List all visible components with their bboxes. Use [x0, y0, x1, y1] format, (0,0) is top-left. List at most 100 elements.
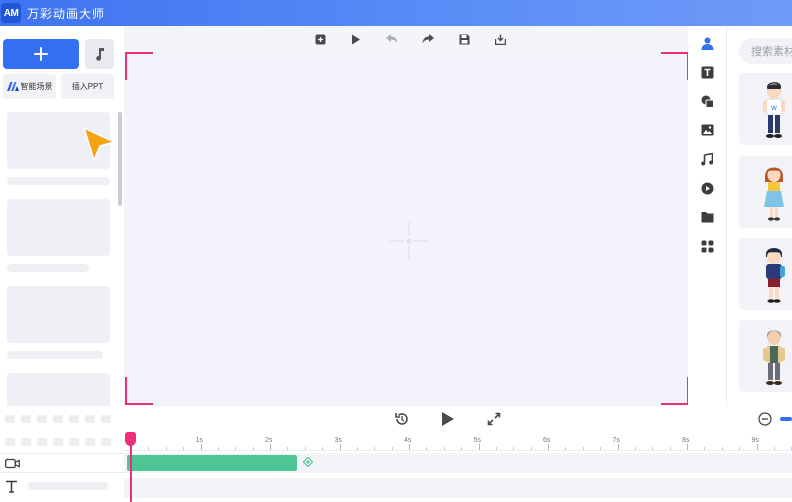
ruler-tick-label: 4s: [404, 437, 412, 444]
play-icon: [352, 34, 360, 44]
placeholder-chip: [37, 438, 47, 446]
stage-canvas[interactable]: [126, 52, 688, 406]
ruler-tick-label: 1s: [195, 437, 203, 444]
ruler-tick: [617, 444, 619, 450]
character-card[interactable]: [739, 238, 792, 310]
ruler-tick: [165, 447, 167, 450]
placeholder-chip: [53, 438, 63, 446]
insert-ppt-label: 插入PPT: [71, 82, 104, 91]
ruler-tick: [374, 447, 376, 450]
scene-thumbnail[interactable]: [7, 199, 110, 256]
music-tool[interactable]: [700, 152, 714, 166]
character-card[interactable]: [739, 320, 792, 392]
old-man-character-image: [763, 330, 785, 385]
undo-button[interactable]: [385, 32, 399, 46]
material-search-input[interactable]: 搜索素材: [739, 38, 792, 64]
save-icon: [459, 34, 469, 44]
zoom-out-button[interactable]: [756, 410, 774, 428]
add-scene-button[interactable]: [3, 39, 79, 69]
canvas-toolbar: [124, 26, 688, 52]
text-lane[interactable]: [124, 478, 792, 498]
ruler-tick: [739, 447, 741, 450]
pointer-cursor-icon: [83, 127, 115, 161]
folder-icon: [701, 212, 713, 223]
expand-icon: [487, 412, 501, 426]
play-icon: [442, 412, 454, 426]
camera-clip[interactable]: [127, 455, 297, 471]
ruler-tick: [634, 447, 636, 450]
time-ruler[interactable]: 1s 2s 3s 4s 5s 6s 7s 8s 9s: [124, 432, 792, 451]
text-icon: [701, 66, 713, 78]
replay-button[interactable]: [393, 410, 411, 428]
playhead-handle[interactable]: [125, 432, 136, 446]
insert-ppt-button[interactable]: 插入PPT: [61, 74, 114, 99]
scene-caption: [7, 264, 89, 272]
placeholder-chip: [53, 415, 63, 423]
camera-track-label[interactable]: [0, 453, 124, 473]
ruler-tick: [270, 444, 271, 450]
text-track-label[interactable]: [0, 476, 124, 496]
track-name-placeholder: [28, 482, 108, 490]
apps-tool[interactable]: [700, 239, 714, 253]
scene-caption: [7, 177, 110, 185]
smart-scene-button[interactable]: 智能场景: [3, 74, 56, 99]
ruler-tick: [721, 447, 723, 450]
placeholder-chip: [21, 438, 31, 446]
ruler-tick: [582, 447, 584, 450]
ruler-tick-label: 3s: [334, 437, 342, 444]
ruler-tick-label: 8s: [682, 437, 690, 444]
ruler-tick: [339, 444, 341, 450]
playback-controls: [0, 406, 792, 432]
ruler-tick: [704, 447, 706, 450]
folder-tool[interactable]: [700, 210, 714, 224]
placeholder-chip: [5, 415, 15, 423]
camera-icon: [5, 458, 20, 468]
save-button[interactable]: [457, 32, 471, 46]
scene-thumbnail[interactable]: [7, 373, 110, 406]
placeholder-chip: [101, 415, 111, 423]
canvas-area: [124, 26, 689, 406]
element-tool-strip: [688, 26, 726, 406]
boy-character-image: W: [763, 82, 785, 138]
plus-icon: [34, 47, 48, 61]
placeholder-chip: [21, 415, 31, 423]
character-card[interactable]: W: [739, 73, 792, 145]
ruler-tick: [478, 444, 480, 450]
character-tool[interactable]: [700, 36, 714, 50]
redo-button[interactable]: [421, 32, 435, 46]
music-button[interactable]: [85, 39, 114, 69]
ruler-tick: [513, 447, 515, 450]
video-tool[interactable]: [700, 181, 714, 195]
export-button[interactable]: [493, 32, 507, 46]
placeholder-chip: [69, 438, 79, 446]
ruler-tick-label: 7s: [612, 437, 620, 444]
ruler-tick: [356, 447, 358, 450]
music-icon: [701, 152, 713, 165]
fullscreen-button[interactable]: [485, 410, 503, 428]
placeholder-chip: [5, 438, 15, 446]
image-tool[interactable]: [700, 123, 714, 137]
image-icon: [701, 124, 713, 136]
video-icon: [701, 182, 713, 194]
character-card[interactable]: [739, 156, 792, 228]
crosshair-icon: [390, 222, 428, 260]
timeline: 1s 2s 3s 4s 5s 6s 7s 8s 9s: [0, 432, 792, 502]
preview-play-button[interactable]: [349, 32, 363, 46]
scene-thumbnail[interactable]: [7, 286, 110, 343]
music-note-icon: [95, 48, 104, 61]
shape-tool[interactable]: [700, 94, 714, 108]
timeline-play-button[interactable]: [439, 410, 457, 428]
scene-scrollbar[interactable]: [118, 112, 122, 206]
student-character-image: [766, 248, 785, 303]
ruler-tick: [426, 447, 428, 450]
keyframe-diamond-icon[interactable]: [303, 457, 313, 467]
add-tool-button[interactable]: [313, 32, 327, 46]
ruler-tick: [200, 444, 202, 450]
ruler-tick-label: 5s: [473, 437, 481, 444]
ruler-tick: [461, 447, 463, 450]
text-tool[interactable]: [700, 65, 714, 79]
stage-corner-marker: [125, 377, 153, 405]
app-title: 万彩动画大师: [27, 6, 106, 21]
ruler-tick: [495, 447, 497, 450]
zoom-slider[interactable]: [780, 417, 792, 421]
